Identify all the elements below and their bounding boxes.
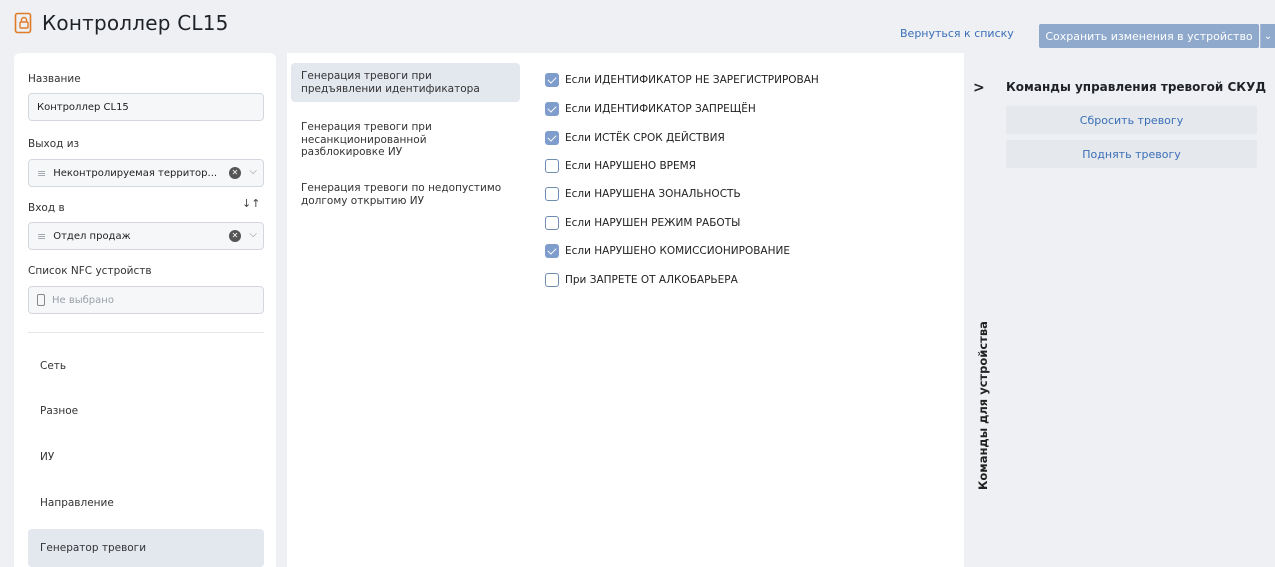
swap-icon[interactable]: ↓↑	[242, 197, 260, 210]
checkbox[interactable]	[545, 216, 559, 230]
raise-alarm-button[interactable]: Поднять тревогу	[1006, 140, 1257, 168]
gen-item-identifier[interactable]: Генерация тревоги при предъявлении идент…	[291, 63, 520, 102]
condition-label: Если НАРУШЕНО ВРЕМЯ	[565, 160, 696, 172]
back-to-list-link[interactable]: Вернуться к списку	[900, 27, 1014, 40]
condition-label: Если НАРУШЕНА ЗОНАЛЬНОСТЬ	[565, 188, 741, 200]
nav-item-label: Сеть	[40, 360, 67, 372]
condition-label: Если НАРУШЕНО КОМИССИОНИРОВАНИЕ	[565, 245, 790, 257]
divider	[28, 332, 264, 333]
condition-row[interactable]: При ЗАПРЕТЕ ОТ АЛКОБАРЬЕРА	[545, 273, 738, 287]
header-bar: Контроллер CL15 Вернуться к списку Сохра…	[0, 0, 1275, 50]
name-value: Контроллер CL15	[37, 101, 129, 113]
list-icon: ≡	[37, 229, 47, 243]
nfc-label: Список NFC устройств	[28, 265, 152, 277]
gen-item-label: Генерация тревоги при предъявлении идент…	[301, 70, 480, 95]
condition-row[interactable]: Если НАРУШЕН РЕЖИМ РАБОТЫ	[545, 216, 740, 230]
save-to-device-button[interactable]: Сохранить изменения в устройство	[1039, 24, 1259, 48]
entry-label: Вход в	[28, 202, 65, 214]
nav-item-label: Генератор тревоги	[40, 542, 147, 554]
controller-lock-icon	[14, 12, 32, 34]
entry-value: Отдел продаж	[53, 230, 131, 242]
condition-row[interactable]: Если НАРУШЕНА ЗОНАЛЬНОСТЬ	[545, 187, 741, 201]
reset-alarm-button[interactable]: Сбросить тревогу	[1006, 106, 1257, 134]
condition-row[interactable]: Если ИДЕНТИФИКАТОР НЕ ЗАРЕГИСТРИРОВАН	[545, 73, 819, 87]
device-commands-tab[interactable]	[964, 64, 998, 567]
condition-label: При ЗАПРЕТЕ ОТ АЛКОБАРЬЕРА	[565, 274, 738, 286]
nav-item-misc[interactable]: Разное	[28, 392, 264, 430]
checkbox[interactable]	[545, 244, 559, 258]
clear-icon[interactable]: ✕	[229, 167, 241, 179]
alarm-generation-list: Генерация тревоги при предъявлении идент…	[287, 53, 532, 567]
checkbox[interactable]	[545, 187, 559, 201]
gen-item-unauthorized-unlock[interactable]: Генерация тревоги при несанкционированно…	[291, 114, 520, 166]
nav-item-direction[interactable]: Направление	[28, 484, 264, 522]
condition-row[interactable]: Если НАРУШЕНО ВРЕМЯ	[545, 159, 696, 173]
condition-label: Если ИДЕНТИФИКАТОР НЕ ЗАРЕГИСТРИРОВАН	[565, 74, 819, 86]
page-title-wrap: Контроллер CL15	[14, 11, 229, 35]
nav-item-label: Разное	[40, 405, 79, 417]
name-field[interactable]: Контроллер CL15	[28, 93, 264, 121]
nfc-select[interactable]: Не выбрано	[28, 286, 264, 314]
device-commands-vertical-label: Команды для устройства	[976, 321, 990, 490]
condition-row[interactable]: Если ИСТЁК СРОК ДЕЙСТВИЯ	[545, 131, 725, 145]
chevron-down-icon[interactable]: ⌵	[249, 166, 257, 177]
checkbox[interactable]	[545, 273, 559, 287]
exit-label: Выход из	[28, 138, 80, 150]
nav-item-iu[interactable]: ИУ	[28, 438, 264, 476]
condition-label: Если ИДЕНТИФИКАТОР ЗАПРЕЩЁН	[565, 103, 756, 115]
chevron-right-icon[interactable]: >	[973, 80, 985, 96]
phone-icon	[37, 294, 45, 306]
entry-select[interactable]: ≡ Отдел продаж ✕ ⌵	[28, 222, 264, 250]
checkbox[interactable]	[545, 102, 559, 116]
commands-title: Команды управления тревогой СКУД	[1006, 80, 1267, 94]
page-title: Контроллер CL15	[42, 11, 229, 35]
save-dropdown-button[interactable]: ⌄	[1260, 24, 1275, 48]
checkbox[interactable]	[545, 159, 559, 173]
condition-label: Если НАРУШЕН РЕЖИМ РАБОТЫ	[565, 217, 741, 229]
nav-item-label: ИУ	[40, 451, 55, 463]
condition-row[interactable]: Если ИДЕНТИФИКАТОР ЗАПРЕЩЁН	[545, 102, 756, 116]
checkbox[interactable]	[545, 131, 559, 145]
checkbox[interactable]	[545, 73, 559, 87]
nav-item-network[interactable]: Сеть	[28, 347, 264, 385]
exit-value: Неконтролируемая территор...	[53, 167, 218, 179]
name-label: Название	[28, 73, 81, 85]
clear-icon[interactable]: ✕	[229, 230, 241, 242]
nfc-placeholder: Не выбрано	[52, 294, 114, 306]
list-icon: ≡	[37, 166, 47, 180]
exit-select[interactable]: ≡ Неконтролируемая территор... ✕ ⌵	[28, 159, 264, 187]
conditions-panel: Если ИДЕНТИФИКАТОР НЕ ЗАРЕГИСТРИРОВАН Ес…	[532, 53, 964, 567]
condition-row[interactable]: Если НАРУШЕНО КОМИССИОНИРОВАНИЕ	[545, 244, 790, 258]
chevron-down-icon: ⌄	[1263, 30, 1273, 42]
gen-item-long-open[interactable]: Генерация тревоги по недопустимо долгому…	[291, 175, 520, 214]
chevron-down-icon[interactable]: ⌵	[249, 229, 257, 240]
nav-item-alarm-generator[interactable]: Генератор тревоги	[28, 529, 264, 567]
nav-item-label: Направление	[40, 497, 114, 509]
gen-item-label: Генерация тревоги по недопустимо долгому…	[301, 182, 502, 207]
settings-sidebar: Название Контроллер CL15 Выход из ≡ Неко…	[14, 53, 276, 567]
condition-label: Если ИСТЁК СРОК ДЕЙСТВИЯ	[565, 132, 725, 144]
gen-item-label: Генерация тревоги при несанкционированно…	[301, 121, 432, 158]
